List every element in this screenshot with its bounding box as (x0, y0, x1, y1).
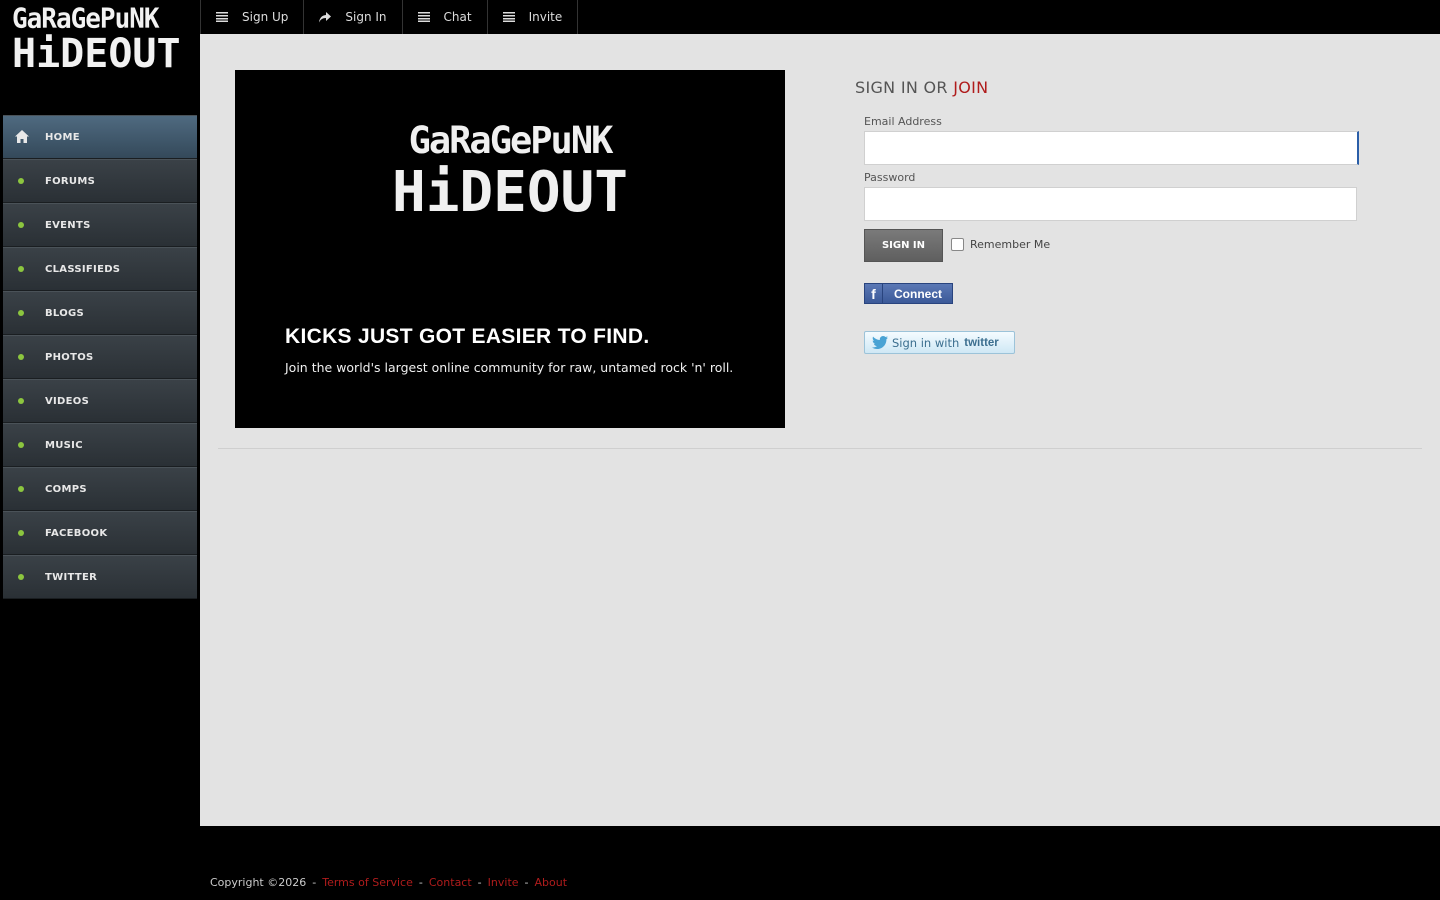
footer-separator: - (418, 876, 423, 889)
app-root: GaRaGePuNK HiDEOUT Sign Up Sign In Chat (0, 0, 1440, 900)
email-label: Email Address (864, 115, 942, 128)
copyright-text: Copyright ©2026 (210, 876, 307, 889)
topnav-label: Invite (528, 10, 563, 24)
bullet-icon (18, 266, 24, 272)
sidebar-item-twitter[interactable]: TWITTER (3, 555, 197, 599)
sidebar-item-label: COMPS (45, 483, 87, 495)
list-icon (216, 11, 228, 23)
sidebar-item-label: PHOTOS (45, 351, 94, 363)
logo-line1: GaRaGePuNK (12, 3, 160, 35)
sidebar-item-facebook[interactable]: FACEBOOK (3, 511, 197, 555)
topnav-invite[interactable]: Invite (488, 0, 579, 34)
sidebar-nav: HOME FORUMS EVENTS CLASSIFIEDS BLOGS PHO… (3, 115, 197, 599)
footer-link-invite[interactable]: Invite (488, 876, 519, 889)
sidebar-item-events[interactable]: EVENTS (3, 203, 197, 247)
twitter-bird-icon (872, 335, 888, 350)
topnav-sign-in[interactable]: Sign In (304, 0, 403, 34)
home-icon (15, 130, 29, 144)
sidebar-item-label: EVENTS (45, 219, 91, 231)
password-label: Password (864, 171, 916, 184)
topnav-label: Sign In (345, 10, 387, 24)
sidebar-item-videos[interactable]: VIDEOS (3, 379, 197, 423)
topnav-label: Chat (443, 10, 472, 24)
bullet-icon (18, 354, 24, 360)
sidebar-item-label: HOME (45, 131, 80, 143)
topnav-chat[interactable]: Chat (403, 0, 488, 34)
sidebar-item-label: FACEBOOK (45, 527, 108, 539)
bullet-icon (18, 574, 24, 580)
bullet-icon (18, 486, 24, 492)
main-content: GaRaGePuNK HiDEOUT KICKS JUST GOT EASIER… (200, 34, 1440, 826)
hero-banner: GaRaGePuNK HiDEOUT KICKS JUST GOT EASIER… (235, 70, 785, 428)
hero-headline: KICKS JUST GOT EASIER TO FIND. (285, 325, 650, 348)
site-logo[interactable]: GaRaGePuNK HiDEOUT (12, 3, 188, 80)
facebook-icon: f (865, 284, 883, 303)
top-nav: Sign Up Sign In Chat Invite (200, 0, 1440, 34)
sign-in-button[interactable]: SIGN IN (864, 229, 943, 262)
footer-link-terms[interactable]: Terms of Service (322, 876, 413, 889)
sidebar-item-home[interactable]: HOME (3, 115, 197, 159)
signin-title: SIGN IN OR JOIN (855, 78, 988, 97)
sidebar-item-forums[interactable]: FORUMS (3, 159, 197, 203)
hero-logo-line2: HiDEOUT (391, 160, 628, 225)
sidebar-item-label: TWITTER (45, 571, 98, 583)
sidebar-item-label: VIDEOS (45, 395, 90, 407)
sidebar-item-comps[interactable]: COMPS (3, 467, 197, 511)
topnav-sign-up[interactable]: Sign Up (201, 0, 305, 34)
sidebar-item-photos[interactable]: PHOTOS (3, 335, 197, 379)
bullet-icon (18, 442, 24, 448)
hero-logo: GaRaGePuNK HiDEOUT (385, 118, 635, 228)
bullet-icon (18, 222, 24, 228)
bullet-icon (18, 398, 24, 404)
twitter-signin-button[interactable]: Sign in with twitter (864, 331, 1015, 354)
hero-subtext: Join the world's largest online communit… (285, 360, 734, 375)
sidebar-item-label: FORUMS (45, 175, 96, 187)
join-link[interactable]: JOIN (953, 78, 988, 97)
hero-logo-line1: GaRaGePuNK (408, 119, 614, 162)
remember-me-label: Remember Me (970, 238, 1051, 251)
sidebar-item-classifieds[interactable]: CLASSIFIEDS (3, 247, 197, 291)
sidebar-item-blogs[interactable]: BLOGS (3, 291, 197, 335)
footer-link-contact[interactable]: Contact (429, 876, 472, 889)
twitter-label-brand: twitter (964, 336, 999, 349)
remember-me[interactable]: Remember Me (951, 238, 1050, 251)
password-field[interactable] (864, 187, 1357, 221)
logo-line2: HiDEOUT (12, 31, 181, 77)
facebook-connect-button[interactable]: f Connect (864, 283, 953, 304)
remember-me-checkbox[interactable] (951, 238, 964, 251)
sidebar-item-label: MUSIC (45, 439, 83, 451)
bullet-icon (18, 530, 24, 536)
content-divider (218, 448, 1422, 449)
sidebar-item-label: CLASSIFIEDS (45, 263, 121, 275)
sidebar-item-label: BLOGS (45, 307, 85, 319)
share-arrow-icon (319, 11, 332, 23)
bullet-icon (18, 310, 24, 316)
twitter-label-prefix: Sign in with (892, 335, 960, 350)
email-field[interactable] (864, 131, 1359, 165)
list-icon (417, 11, 430, 23)
footer: Copyright ©2026 - Terms of Service - Con… (210, 876, 567, 889)
bullet-icon (18, 178, 24, 184)
footer-separator: - (312, 876, 317, 889)
footer-link-about[interactable]: About (535, 876, 568, 889)
topnav-label: Sign Up (242, 10, 289, 24)
footer-separator: - (477, 876, 482, 889)
signin-title-prefix: SIGN IN OR (855, 78, 954, 97)
facebook-connect-label: Connect (894, 286, 942, 301)
footer-separator: - (524, 876, 529, 889)
sidebar-item-music[interactable]: MUSIC (3, 423, 197, 467)
list-icon (502, 11, 515, 23)
